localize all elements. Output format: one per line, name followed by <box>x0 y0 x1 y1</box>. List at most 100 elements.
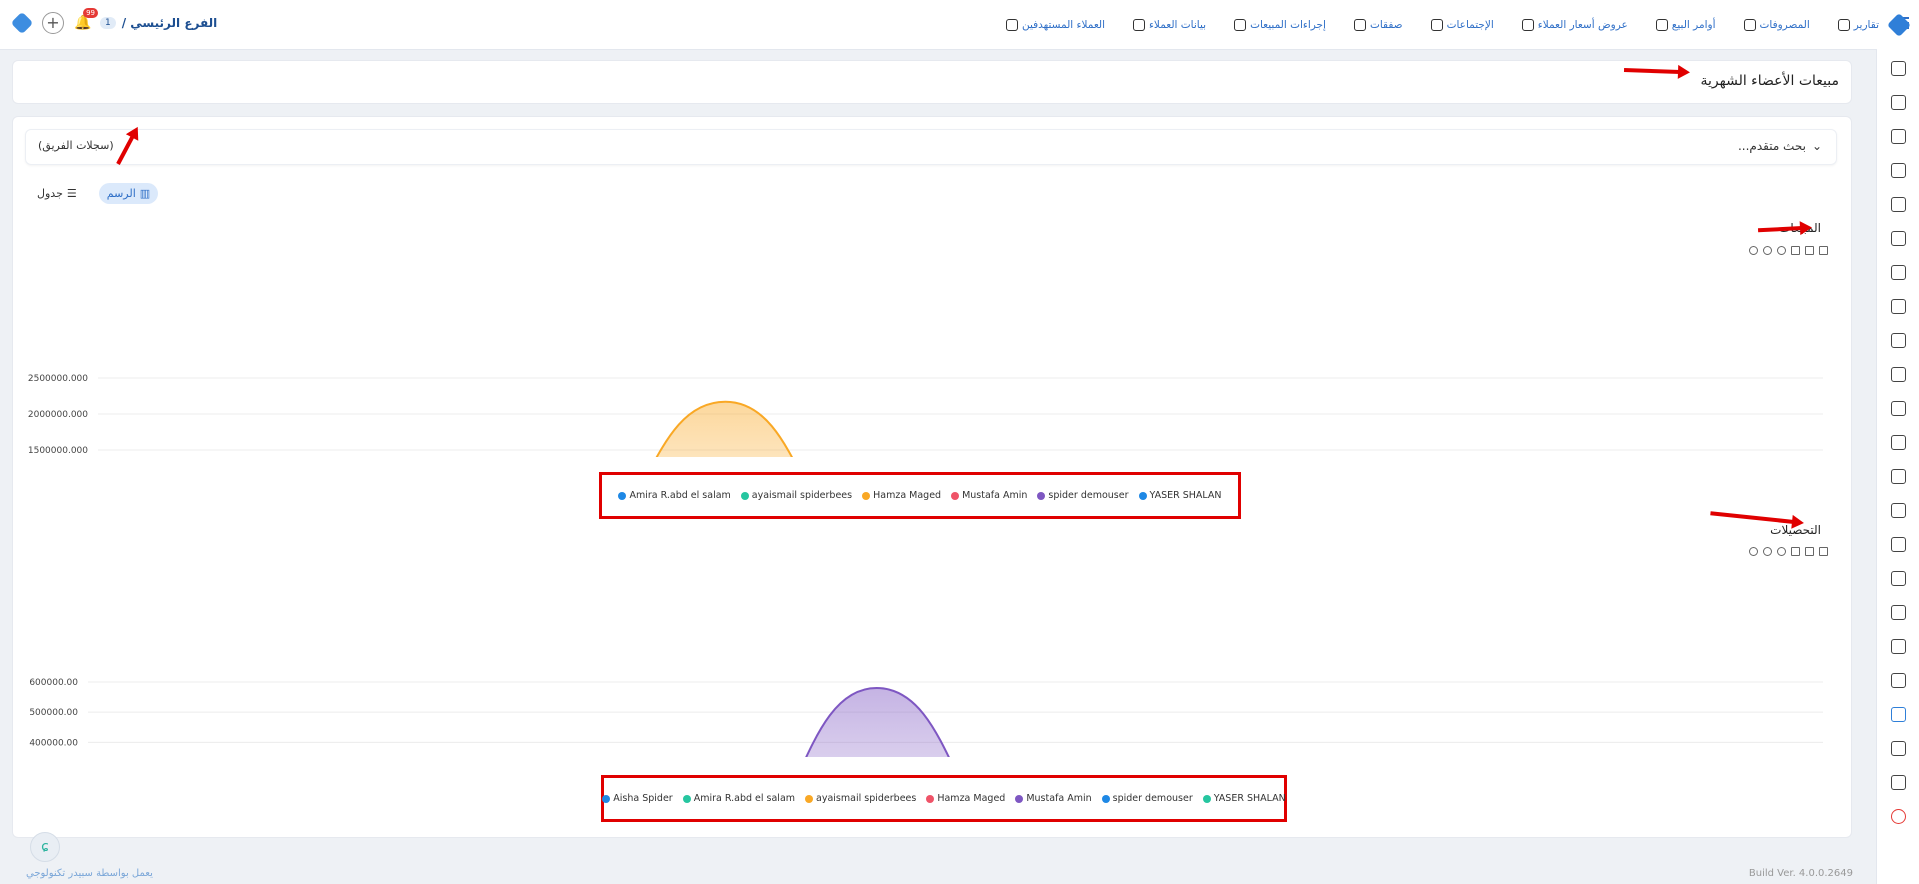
sidebar-reports-icon[interactable] <box>1891 707 1906 722</box>
home-icon[interactable] <box>1805 547 1814 556</box>
legend-item[interactable]: Mustafa Amin <box>1015 793 1092 804</box>
legend-item[interactable]: Amira R.abd el salam <box>682 793 795 804</box>
series-area <box>806 688 949 757</box>
chart-menu-icon[interactable] <box>1819 246 1828 255</box>
bell-icon[interactable]: 🔔 99 <box>74 8 98 31</box>
legend-item[interactable]: ayaismail spiderbees <box>805 793 916 804</box>
nav-item-0[interactable]: العملاء المستهدفين <box>1005 18 1105 31</box>
branch-label: الفرع الرئيسي / <box>121 16 218 30</box>
deals-icon <box>1353 18 1366 31</box>
quote-icon <box>1521 18 1534 31</box>
advanced-search-toggle[interactable]: ⌄ بحث متقدم... <box>1738 139 1822 153</box>
series-line[interactable] <box>98 400 1823 457</box>
legend-item[interactable]: Aisha Spider <box>602 793 673 804</box>
legend-label: YASER SHALAN <box>1149 490 1222 501</box>
team-records-label: (سجلات الفريق) <box>38 139 114 152</box>
sidebar-refresh-doc-icon[interactable] <box>1891 673 1906 688</box>
nav-item-6[interactable]: أوامر البيع <box>1655 18 1716 31</box>
sidebar-person-icon[interactable] <box>1891 605 1906 620</box>
nav-item-5[interactable]: عروض أسعار العملاء <box>1521 18 1628 31</box>
view-toggle: ▥ الرسم ☰ جدول <box>29 183 159 204</box>
reports-icon <box>1837 18 1850 31</box>
table-view-button[interactable]: ☰ جدول <box>29 183 85 204</box>
legend-item[interactable]: spider demouser <box>1101 793 1193 804</box>
sidebar-truck-icon[interactable] <box>1891 537 1906 552</box>
pan-icon[interactable] <box>1791 246 1800 255</box>
magnifier-icon[interactable] <box>1777 547 1786 556</box>
sidebar-triangle-icon[interactable] <box>1891 435 1906 450</box>
legend-dot-icon <box>1202 794 1211 803</box>
magnifier-icon[interactable] <box>1777 246 1786 255</box>
nav-item-7[interactable]: المصروفات <box>1743 18 1810 31</box>
y-tick-label: 2000000.000 <box>28 410 88 420</box>
legend-dot-icon <box>926 794 935 803</box>
sidebar-boxes-icon[interactable] <box>1891 571 1906 586</box>
zoom-out-icon[interactable] <box>1763 246 1772 255</box>
chat-icon[interactable]: ɕ <box>30 832 60 862</box>
sidebar-warning-icon[interactable] <box>1891 367 1906 382</box>
sidebar-team-icon[interactable] <box>1891 299 1906 314</box>
legend-item[interactable]: Hamza Maged <box>862 490 941 501</box>
nav-item-3[interactable]: صفقات <box>1353 18 1403 31</box>
sidebar-power-icon[interactable] <box>1891 809 1906 824</box>
legend-item[interactable]: ayaismail spiderbees <box>740 490 853 501</box>
legend-label: spider demouser <box>1112 793 1193 804</box>
collections-chart-legend: Aisha Spider Amira R.abd el salam ayaismai… <box>601 775 1287 822</box>
nav-item-label: الإجتماعات <box>1446 18 1494 31</box>
nav-item-4[interactable]: الإجتماعات <box>1430 18 1494 31</box>
legend-item[interactable]: Hamza Maged <box>926 793 1005 804</box>
zoom-in-icon[interactable] <box>1749 246 1758 255</box>
nav-item-label: العملاء المستهدفين <box>1021 18 1105 31</box>
sidebar-delivery-icon[interactable] <box>1891 639 1906 654</box>
sidebar-gear-icon[interactable] <box>1891 741 1906 756</box>
y-tick-label: 400000.00 <box>29 738 78 748</box>
sidebar-settings-card-icon[interactable] <box>1891 265 1906 280</box>
sidebar-call-center-icon[interactable] <box>1891 231 1906 246</box>
nav-item-2[interactable]: إجراءات المبيعات <box>1234 18 1326 31</box>
home-icon[interactable] <box>1805 246 1814 255</box>
sidebar-handshake-icon[interactable] <box>1891 129 1906 144</box>
legend-dot-icon <box>602 794 611 803</box>
bar-chart-icon: ▥ <box>139 187 151 200</box>
legend-item[interactable]: spider demouser <box>1037 490 1129 501</box>
nav-item-label: أوامر البيع <box>1671 18 1716 31</box>
sidebar-users-icon[interactable] <box>1891 61 1906 76</box>
chart2-toolbar <box>1749 547 1828 556</box>
sidebar-target-icon[interactable] <box>1891 197 1906 212</box>
legend-item[interactable]: YASER SHALAN <box>1138 490 1222 501</box>
branch-selector[interactable]: الفرع الرئيسي / 1 <box>100 16 217 30</box>
top-nav-menu: العملاء المستهدفين بيانات العملاء إجراءات … <box>1005 0 1879 49</box>
legend-item[interactable]: Amira R.abd el salam <box>618 490 731 501</box>
nav-item-1[interactable]: بيانات العملاء <box>1133 18 1206 31</box>
sales-chart: 0.000500000.0001000000.0001500000.000200… <box>28 374 1823 457</box>
chart-view-button[interactable]: ▥ الرسم <box>98 183 159 204</box>
sidebar-watch-icon[interactable] <box>1891 401 1906 416</box>
chart-menu-icon[interactable] <box>1819 547 1828 556</box>
legend-label: Amira R.abd el salam <box>629 490 731 501</box>
nav-item-label: المصروفات <box>1759 18 1810 31</box>
sidebar-cash-icon[interactable] <box>1891 333 1906 348</box>
advanced-search-bar[interactable]: ⌄ بحث متقدم... (سجلات الفريق) <box>25 129 1837 165</box>
advanced-search-label: بحث متقدم... <box>1737 139 1806 153</box>
y-tick-label: 2500000.000 <box>28 374 88 384</box>
add-icon[interactable]: + <box>42 12 64 34</box>
app-logo-icon[interactable] <box>10 11 34 35</box>
zoom-out-icon[interactable] <box>1763 547 1772 556</box>
legend-dot-icon <box>682 794 691 803</box>
list-icon: ☰ <box>66 187 77 200</box>
legend-label: YASER SHALAN <box>1213 793 1286 804</box>
sidebar-pen-icon[interactable] <box>1891 503 1906 518</box>
sidebar-window-icon[interactable] <box>1891 775 1906 790</box>
zoom-in-icon[interactable] <box>1749 547 1758 556</box>
legend-label: ayaismail spiderbees <box>751 490 853 501</box>
pan-icon[interactable] <box>1791 547 1800 556</box>
legend-item[interactable]: YASER SHALAN <box>1202 793 1286 804</box>
sidebar-phone-icon[interactable] <box>1891 163 1906 178</box>
sidebar-invoice-icon[interactable] <box>1891 469 1906 484</box>
sidebar-document-icon[interactable] <box>1891 95 1906 110</box>
page-title: مبيعات الأعضاء الشهرية <box>1700 73 1840 89</box>
legend-item[interactable]: Mustafa Amin <box>951 490 1027 501</box>
nav-item-8[interactable]: تقارير <box>1837 18 1879 31</box>
nav-item-label: عروض أسعار العملاء <box>1537 18 1628 31</box>
series-line[interactable] <box>88 687 1823 757</box>
